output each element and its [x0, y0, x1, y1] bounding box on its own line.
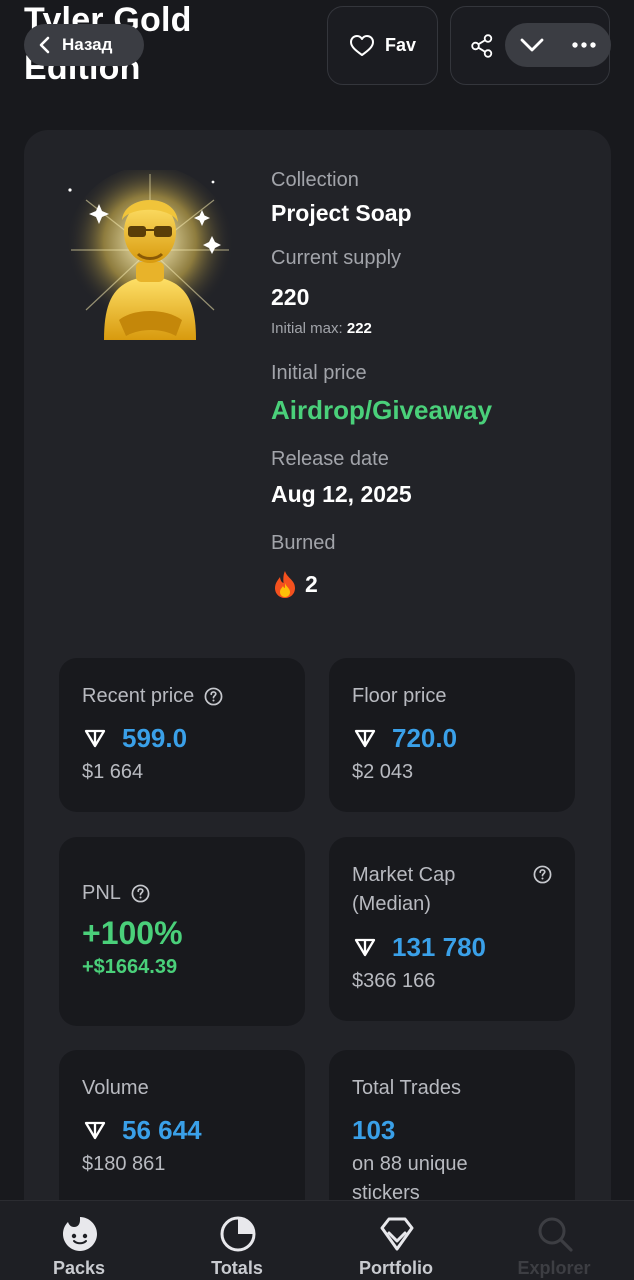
floor-price-usd: $2 043 — [352, 761, 414, 783]
more-icon[interactable] — [571, 33, 597, 57]
fire-icon — [275, 571, 295, 598]
market-cap-usd: $366 166 — [352, 970, 436, 992]
nav-totals-label: Totals — [211, 1258, 263, 1278]
volume-usd: $180 861 — [82, 1153, 166, 1175]
market-cap-label: Market Cap (Median) — [352, 864, 456, 915]
nav-packs-label: Packs — [52, 1258, 106, 1278]
market-cap-tile[interactable]: Market Cap (Median) 131 780 $366 166 — [329, 837, 575, 1021]
burned-value: 2 — [305, 571, 318, 597]
packs-icon — [63, 1217, 97, 1251]
total-trades-row: 103 — [352, 1114, 552, 1146]
market-cap-value: 131 780 — [392, 932, 486, 962]
total-trades-value: 103 — [352, 1115, 396, 1145]
recent-price-usd: $1 664 — [82, 761, 144, 783]
initial-price-label: Initial price — [271, 362, 367, 384]
nav-portfolio-label: Portfolio — [359, 1258, 433, 1278]
diamond-icon — [380, 1217, 414, 1251]
initial-price-value: Airdrop/Giveaway — [271, 395, 493, 425]
nav-explorer-label: Explorer — [517, 1258, 591, 1278]
ton-icon — [354, 729, 376, 748]
bottom-nav: Packs Totals Portfolio Explorer — [0, 1200, 634, 1280]
heart-icon — [349, 34, 374, 56]
floor-price-label: Floor price — [352, 685, 447, 707]
burned-row: 🔥 2 — [271, 567, 492, 601]
supply-value: 220 — [271, 284, 310, 310]
nav-explorer[interactable]: Explorer — [479, 1201, 629, 1280]
volume-label: Volume — [82, 1077, 149, 1099]
help-icon[interactable] — [204, 687, 223, 706]
initial-max: Initial max: 222 — [271, 318, 492, 340]
initial-max-label: Initial max: — [271, 320, 343, 337]
recent-price-label: Recent price — [82, 685, 195, 707]
collection-label: Collection — [271, 169, 359, 191]
floor-price-value: 720.0 — [392, 723, 458, 753]
nav-portfolio[interactable]: Portfolio — [321, 1201, 471, 1280]
pie-chart-icon — [220, 1216, 256, 1252]
nav-totals[interactable]: Totals — [162, 1201, 312, 1280]
nav-packs[interactable]: Packs — [4, 1201, 154, 1280]
info-column: Collection Project Soap Current supply 2… — [271, 166, 492, 601]
volume-value: 56 644 — [122, 1115, 202, 1145]
fav-label: Fav — [384, 35, 417, 55]
actions-group — [450, 6, 611, 85]
pnl-usd: +$1664.39 — [82, 956, 178, 978]
recent-price-tile[interactable]: Recent price 599.0 $1 664 — [59, 658, 305, 812]
chevron-left-icon — [39, 36, 50, 54]
help-icon[interactable] — [131, 884, 150, 903]
total-trades-label: Total Trades — [352, 1077, 461, 1099]
market-cap-row: 131 780 — [352, 931, 552, 963]
floor-price-row: 720.0 — [352, 722, 552, 754]
initial-max-value: 222 — [346, 320, 372, 337]
recent-price-value: 599.0 — [122, 723, 188, 753]
market-cap-header: Market Cap (Median) — [352, 861, 552, 919]
header: Tyler Gold Edition Назад Fav — [0, 0, 634, 110]
share-icon[interactable] — [469, 33, 495, 59]
chevron-down-icon[interactable] — [519, 33, 545, 57]
ton-icon — [84, 1121, 106, 1140]
floor-price-tile[interactable]: Floor price 720.0 $2 043 — [329, 658, 575, 812]
volume-row: 56 644 — [82, 1114, 282, 1146]
recent-price-header: Recent price — [82, 682, 282, 710]
burned-label: Burned — [271, 532, 336, 554]
back-button[interactable]: Назад — [24, 24, 144, 66]
supply-label: Current supply — [271, 247, 402, 269]
pnl-label: PNL — [82, 882, 121, 904]
details-card: Collection Project Soap Current supply 2… — [24, 130, 611, 1270]
fav-button[interactable]: Fav — [327, 6, 438, 85]
release-value: Aug 12, 2025 — [271, 481, 412, 507]
ton-icon — [84, 729, 106, 748]
pnl-header: PNL — [82, 879, 282, 907]
ton-icon — [354, 938, 376, 957]
help-icon[interactable] — [533, 865, 552, 884]
pnl-tile[interactable]: PNL +100% +$1664.39 — [59, 837, 305, 1026]
sticker-image — [66, 170, 234, 340]
search-icon — [538, 1217, 573, 1252]
collection-value[interactable]: Project Soap — [271, 196, 492, 230]
release-label: Release date — [271, 448, 389, 470]
menu-pill — [505, 23, 611, 67]
pnl-percent: +100% — [82, 915, 183, 951]
back-label: Назад — [62, 35, 113, 54]
recent-price-row: 599.0 — [82, 722, 282, 754]
